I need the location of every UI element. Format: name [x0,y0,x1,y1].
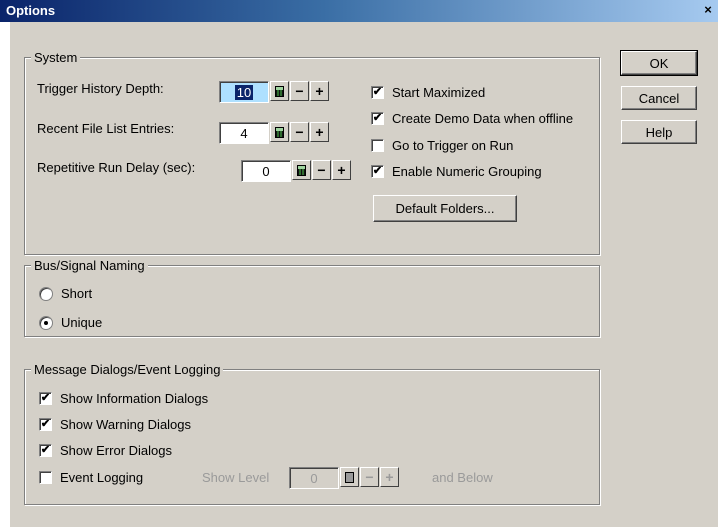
checkbox-box [371,139,384,152]
title-bar: Options × [0,0,718,22]
show-level-input: 0 [289,467,339,489]
checkbox-label: Go to Trigger on Run [392,138,514,153]
cancel-button[interactable]: Cancel [621,86,697,110]
run-delay-spinner: 0 − + [241,160,351,182]
event-logging-checkbox[interactable]: Event Logging [39,470,143,485]
checkbox-box: ✔ [371,112,384,125]
decrement-button[interactable]: − [312,160,331,180]
demo-data-checkbox[interactable]: ✔ Create Demo Data when offline [371,111,573,126]
left-edge [0,22,10,527]
start-maximized-checkbox[interactable]: ✔ Start Maximized [371,85,485,100]
increment-button[interactable]: + [310,122,329,142]
ok-button[interactable]: OK [620,50,698,76]
numeric-grouping-checkbox[interactable]: ✔ Enable Numeric Grouping [371,164,542,179]
dialogs-group: Message Dialogs/Event Logging ✔ Show Inf… [24,362,600,505]
calculator-icon[interactable] [270,122,289,142]
checkbox-box: ✔ [371,86,384,99]
checkbox-label: Enable Numeric Grouping [392,164,542,179]
radio-circle [39,315,53,330]
naming-group-title: Bus/Signal Naming [31,258,148,273]
checkbox-label: Show Warning Dialogs [60,417,192,432]
help-button[interactable]: Help [621,120,697,144]
recent-files-input[interactable]: 4 [219,122,269,144]
trigger-history-label: Trigger History Depth: [37,81,164,96]
show-level-spinner: 0 − + [289,467,399,489]
radio-label: Short [61,286,93,301]
checkbox-label: Event Logging [60,470,144,485]
decrement-button: − [360,467,379,487]
trigger-history-input[interactable]: 10 [219,81,269,103]
run-delay-input[interactable]: 0 [241,160,291,182]
checkbox-box: ✔ [39,392,52,405]
checkbox-box: ✔ [39,444,52,457]
and-below-label: and Below [432,470,493,485]
show-info-checkbox[interactable]: ✔ Show Information Dialogs [39,391,208,406]
radio-circle [39,286,53,301]
recent-files-spinner: 4 − + [219,122,329,144]
window-title: Options [6,3,56,18]
close-icon[interactable]: × [700,2,716,18]
calculator-icon[interactable] [270,81,289,101]
checkbox-label: Create Demo Data when offline [392,111,574,126]
increment-button[interactable]: + [310,81,329,101]
default-folders-button[interactable]: Default Folders... [373,195,517,222]
goto-trigger-checkbox[interactable]: Go to Trigger on Run [371,138,513,153]
naming-group: Bus/Signal Naming Short Unique [24,258,600,337]
show-level-label: Show Level [202,470,270,485]
trigger-history-spinner: 10 − + [219,81,329,103]
decrement-button[interactable]: − [290,81,309,101]
checkbox-label: Start Maximized [392,85,486,100]
system-group-title: System [31,50,81,65]
increment-button[interactable]: + [332,160,351,180]
checkbox-label: Show Error Dialogs [60,443,172,458]
calculator-icon[interactable] [292,160,311,180]
run-delay-label: Repetitive Run Delay (sec): [37,160,196,175]
dialogs-group-title: Message Dialogs/Event Logging [31,362,224,377]
dialog-client: System Trigger History Depth: 10 − + Rec… [10,22,718,527]
unique-radio[interactable]: Unique [39,315,102,330]
increment-button: + [380,467,399,487]
checkbox-box [39,471,52,484]
checkbox-box: ✔ [371,165,384,178]
checkbox-label: Show Information Dialogs [60,391,209,406]
checkbox-box: ✔ [39,418,52,431]
system-group: System Trigger History Depth: 10 − + Rec… [24,50,600,255]
decrement-button[interactable]: − [290,122,309,142]
short-radio[interactable]: Short [39,286,92,301]
show-warning-checkbox[interactable]: ✔ Show Warning Dialogs [39,417,191,432]
recent-files-label: Recent File List Entries: [37,121,175,136]
show-error-checkbox[interactable]: ✔ Show Error Dialogs [39,443,172,458]
radio-label: Unique [61,315,103,330]
calculator-icon [340,467,359,487]
